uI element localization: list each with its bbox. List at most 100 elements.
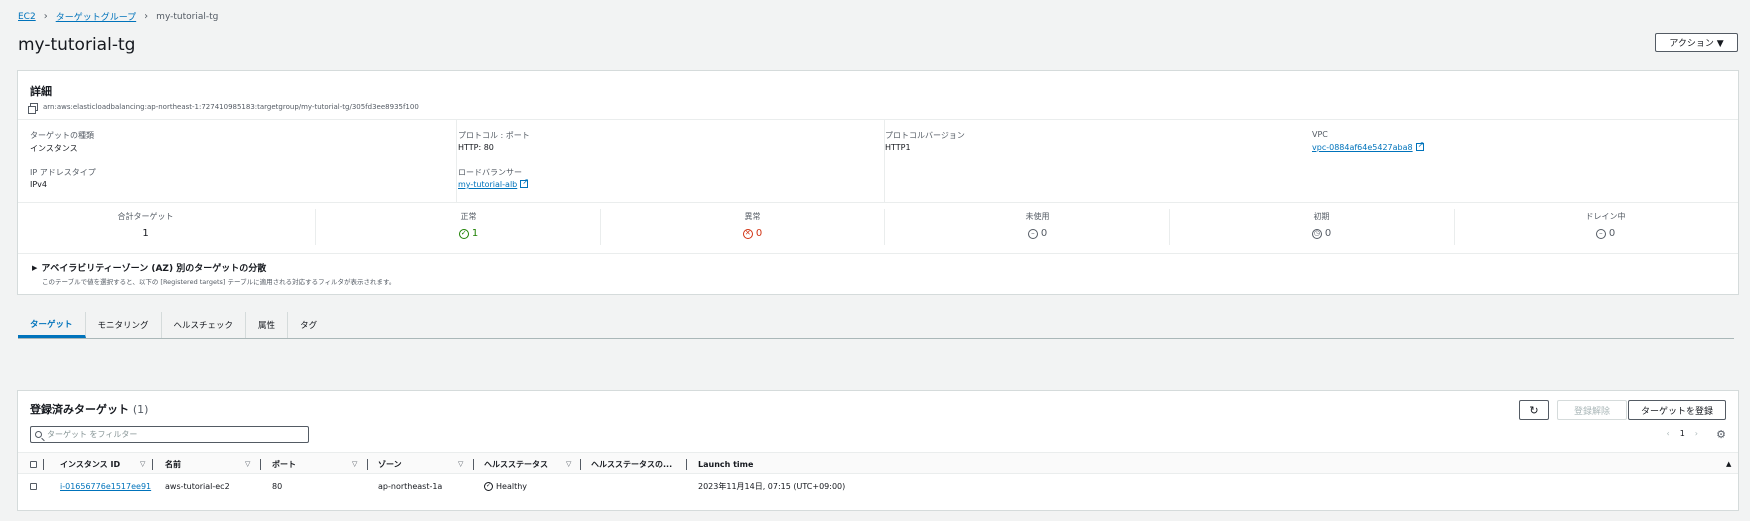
column-health-status[interactable]: ヘルスステータス ▽	[484, 453, 574, 475]
row-checkbox[interactable]	[30, 475, 37, 497]
load-balancer-row: my-tutorial-alb	[458, 177, 529, 189]
tab-tags[interactable]: タグ	[288, 312, 329, 338]
stat-number: 1	[142, 228, 149, 239]
divider	[884, 209, 885, 245]
az-distribution-toggle[interactable]: ▶ アベイラビリティーゾーン (AZ) 別のターゲットの分散	[32, 261, 267, 275]
column-label: 名前	[165, 459, 181, 469]
targets-count: (1)	[132, 403, 149, 416]
protocol-version-label: プロトコルバージョン	[885, 131, 965, 140]
stat-value: 1	[18, 228, 273, 239]
stat-value: ✓ 1	[341, 228, 596, 239]
column-launch-time[interactable]: Launch time	[698, 453, 753, 475]
sort-icon: ▽	[566, 460, 572, 468]
health-status: Healthy	[496, 481, 528, 491]
refresh-button[interactable]: ↻	[1519, 400, 1549, 420]
register-targets-button[interactable]: ターゲットを登録	[1628, 400, 1726, 420]
minus-circle-icon: –	[1027, 228, 1038, 239]
column-port[interactable]: ポート ▽	[272, 453, 360, 475]
chevron-right-icon[interactable]: ›	[1695, 429, 1698, 438]
filter-box	[30, 426, 309, 443]
column-label: ヘルスステータス	[484, 459, 548, 469]
chevron-right-icon: ›	[43, 11, 48, 22]
protocol-value: HTTP: 80	[458, 143, 494, 152]
external-link-icon	[520, 177, 529, 188]
gear-icon[interactable]: ⚙	[1716, 428, 1726, 441]
page-title: my-tutorial-tg	[18, 35, 136, 55]
zone-cell: ap-northeast-1a	[378, 481, 443, 491]
health-cell: ✓ Healthy	[484, 475, 527, 497]
stat-number: 0	[755, 228, 763, 239]
stat-label: ドレイン中	[1585, 212, 1626, 221]
vpc-link[interactable]: vpc-0884af64e5427aba8	[1312, 143, 1413, 152]
details-heading: 詳細	[30, 85, 52, 98]
sort-asc-icon[interactable]: ▲	[1726, 453, 1731, 475]
arn-row: arn:aws:elasticloadbalancing:ap-northeas…	[28, 103, 419, 114]
select-all-checkbox[interactable]	[30, 453, 37, 475]
ip-type-label: IP アドレスタイプ	[30, 168, 96, 177]
port-cell: 80	[272, 481, 283, 491]
column-divider	[260, 459, 261, 470]
protocol-version-value: HTTP1	[885, 143, 911, 152]
instance-id-link[interactable]: i-01656776e1517ee91	[60, 482, 151, 491]
load-balancer-link[interactable]: my-tutorial-alb	[458, 180, 517, 189]
column-divider	[152, 459, 153, 470]
minus-circle-icon: –	[1595, 228, 1606, 239]
divider	[18, 253, 1738, 254]
stat-unused[interactable]: 未使用 –0	[910, 211, 1165, 239]
deregister-button[interactable]: 登録解除	[1557, 400, 1627, 420]
tab-bar: ターゲット モニタリング ヘルスチェック 属性 タグ	[18, 312, 329, 338]
breadcrumb-target-groups-link[interactable]: ターゲットグループ	[56, 10, 136, 23]
load-balancer-label: ロードバランサー	[458, 168, 522, 177]
stat-number: 1	[471, 228, 479, 239]
stat-label: 初期	[1313, 212, 1330, 221]
stat-initial[interactable]: 初期 ◷ 0	[1194, 211, 1449, 239]
stat-label: 未使用	[1025, 212, 1050, 221]
launch-time-cell: 2023年11月14日, 07:15 (UTC+09:00)	[698, 481, 846, 491]
divider	[18, 119, 1738, 120]
column-zone[interactable]: ゾーン ▽	[378, 453, 466, 475]
table-header: インスタンス ID ▽ 名前 ▽ ポート ▽ ゾーン ▽ ヘルスステータス ▽ ヘルスステ…	[18, 452, 1738, 474]
column-label: ゾーン	[378, 459, 402, 469]
stat-value: –0	[1478, 228, 1733, 239]
stat-number: 0	[1324, 228, 1332, 239]
sort-icon: ▽	[140, 460, 146, 468]
refresh-icon: ↻	[1529, 403, 1539, 417]
stat-unhealthy[interactable]: 異常 ✕ 0	[625, 211, 880, 239]
column-label: Launch time	[698, 459, 754, 469]
vpc-row: vpc-0884af64e5427aba8	[1312, 140, 1424, 152]
divider	[315, 209, 316, 245]
stat-draining[interactable]: ドレイン中 –0	[1478, 211, 1733, 239]
registered-targets-panel: 登録済みターゲット (1) ‹ 1 › ⚙ インスタンス ID ▽ 名前 ▽ ポート…	[17, 390, 1739, 511]
stat-healthy[interactable]: 正常 ✓ 1	[341, 211, 596, 239]
column-instance-id[interactable]: インスタンス ID ▽	[60, 453, 148, 475]
filter-input[interactable]	[47, 430, 297, 439]
page-number[interactable]: 1	[1680, 429, 1685, 438]
tab-health-checks[interactable]: ヘルスチェック	[162, 312, 247, 338]
external-link-icon	[1415, 140, 1424, 151]
search-icon	[35, 431, 42, 438]
chevron-left-icon[interactable]: ‹	[1667, 429, 1670, 438]
instance-id-cell: i-01656776e1517ee91	[60, 475, 151, 497]
tab-attributes[interactable]: 属性	[246, 312, 289, 338]
name-cell: aws-tutorial-ec2	[165, 481, 230, 491]
actions-button[interactable]: アクション ▼	[1655, 33, 1738, 52]
divider	[1169, 209, 1170, 245]
column-divider	[43, 459, 44, 470]
divider	[456, 119, 457, 202]
target-type-value: インスタンス	[30, 144, 78, 153]
stat-total: 合計ターゲット 1	[18, 211, 273, 239]
stat-value: –0	[910, 228, 1165, 239]
column-divider	[367, 459, 368, 470]
copy-icon[interactable]	[28, 103, 38, 114]
targets-title: 登録済みターゲット	[30, 403, 129, 416]
breadcrumb-ec2-link[interactable]: EC2	[18, 12, 36, 22]
divider	[18, 202, 1738, 203]
tab-targets[interactable]: ターゲット	[18, 312, 86, 338]
stat-label: 合計ターゲット	[117, 212, 174, 221]
az-title: アベイラビリティーゾーン (AZ) 別のターゲットの分散	[41, 264, 267, 274]
column-health-detail[interactable]: ヘルスステータスの...	[591, 453, 672, 475]
tab-monitoring[interactable]: モニタリング	[86, 312, 162, 338]
ip-type-value: IPv4	[30, 180, 48, 189]
column-name[interactable]: 名前 ▽	[165, 453, 253, 475]
error-circle-icon: ✕	[742, 228, 753, 239]
